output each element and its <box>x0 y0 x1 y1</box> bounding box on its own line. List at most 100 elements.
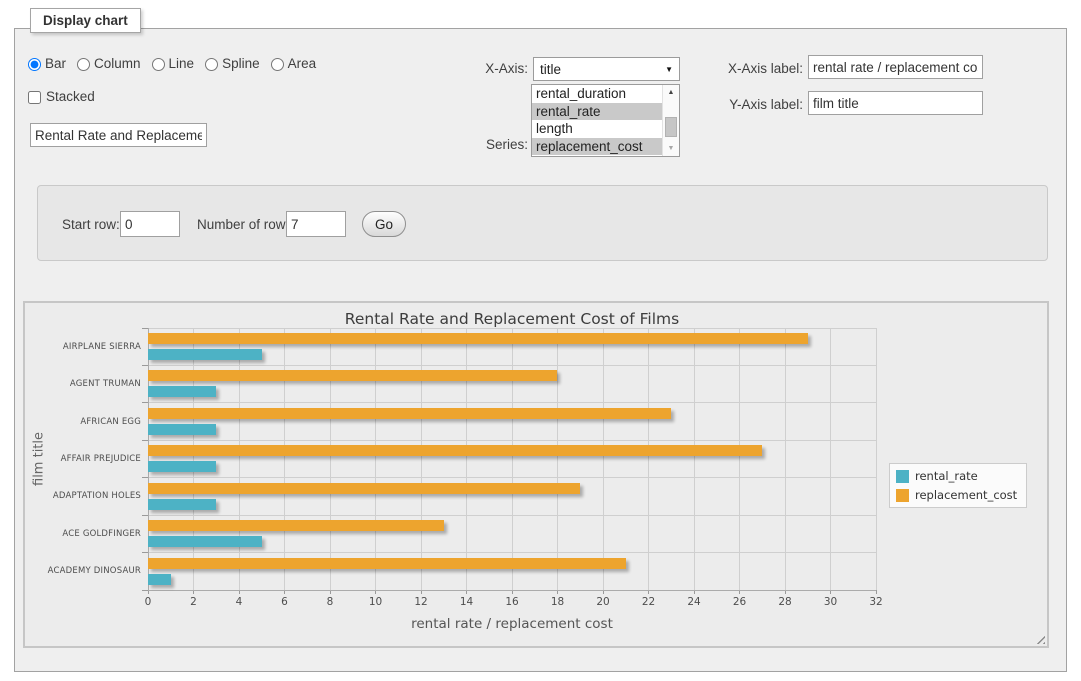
x-tick-mark <box>557 590 558 594</box>
x-tick-label: 0 <box>131 596 165 608</box>
grid-line <box>330 328 331 590</box>
bar-rental_rate <box>148 349 262 360</box>
series-option-rental_duration[interactable]: rental_duration <box>532 85 662 103</box>
x-axis-label-input[interactable] <box>808 55 983 79</box>
grid-line <box>785 328 786 590</box>
x-axis-selected-value: title <box>540 62 661 77</box>
x-axis-label-field-label: X-Axis label: <box>705 60 803 78</box>
series-option-rental_rate[interactable]: rental_rate <box>532 103 662 121</box>
x-axis-select[interactable]: title ▼ <box>533 57 680 81</box>
chart-x-axis-title: rental rate / replacement cost <box>148 616 876 632</box>
grid-line <box>421 328 422 590</box>
grid-line <box>148 590 876 591</box>
chart-title-input[interactable] <box>30 123 207 147</box>
chart-type-label: Bar <box>45 55 66 73</box>
bar-replacement_cost <box>148 445 762 456</box>
bar-rental_rate <box>148 536 262 547</box>
x-tick-mark <box>603 590 604 594</box>
scrollbar-thumb[interactable] <box>665 117 677 137</box>
grid-line <box>557 328 558 590</box>
x-tick-mark <box>830 590 831 594</box>
scroll-down-icon[interactable]: ▼ <box>663 141 679 156</box>
bar-rental_rate <box>148 499 216 510</box>
grid-line <box>284 328 285 590</box>
x-tick-label: 20 <box>586 596 620 608</box>
resize-handle-icon[interactable] <box>1033 632 1045 644</box>
x-tick-label: 6 <box>268 596 302 608</box>
plot-area <box>148 328 876 590</box>
chart-type-option-spline: Spline <box>205 55 260 73</box>
bar-replacement_cost <box>148 520 444 531</box>
grid-line <box>466 328 467 590</box>
grid-line <box>193 328 194 590</box>
x-tick-label: 28 <box>768 596 802 608</box>
chart-type-radio-spline[interactable] <box>205 58 218 71</box>
bar-replacement_cost <box>148 333 808 344</box>
category-label: AGENT TRUMAN <box>25 365 141 402</box>
series-multiselect[interactable]: rental_durationrental_ratelengthreplacem… <box>531 84 680 157</box>
category-label: ADAPTATION HOLES <box>25 478 141 515</box>
legend-label: rental_rate <box>915 469 978 483</box>
scroll-up-icon[interactable]: ▲ <box>663 85 679 100</box>
bar-rental_rate <box>148 461 216 472</box>
grid-line <box>148 365 876 366</box>
chart-type-radio-area[interactable] <box>271 58 284 71</box>
legend-label: replacement_cost <box>915 488 1017 502</box>
chart-type-option-area: Area <box>271 55 317 73</box>
series-scrollbar[interactable]: ▲ ▼ <box>662 85 679 156</box>
x-tick-label: 22 <box>632 596 666 608</box>
stacked-checkbox[interactable] <box>28 91 41 104</box>
grid-line <box>739 328 740 590</box>
go-button[interactable]: Go <box>362 211 406 237</box>
x-tick-mark <box>694 590 695 594</box>
x-tick-label: 26 <box>723 596 757 608</box>
x-tick-mark <box>239 590 240 594</box>
x-tick-label: 14 <box>450 596 484 608</box>
x-tick-mark <box>876 590 877 594</box>
x-tick-mark <box>648 590 649 594</box>
series-option-replacement_cost[interactable]: replacement_cost <box>532 138 662 156</box>
x-tick-mark <box>739 590 740 594</box>
chart-type-label: Column <box>94 55 141 73</box>
x-tick-label: 2 <box>177 596 211 608</box>
category-label: AFRICAN EGG <box>25 403 141 440</box>
chart-type-radio-line[interactable] <box>152 58 165 71</box>
y-axis-label-field-label: Y-Axis label: <box>705 96 803 114</box>
y-axis-line <box>148 328 149 590</box>
x-tick-label: 24 <box>677 596 711 608</box>
grid-line <box>148 402 876 403</box>
stacked-option: Stacked <box>28 88 95 106</box>
x-tick-label: 16 <box>495 596 529 608</box>
bar-replacement_cost <box>148 370 557 381</box>
series-option-list: rental_durationrental_ratelengthreplacem… <box>532 85 662 156</box>
row-range-panel <box>37 185 1048 261</box>
x-tick-label: 10 <box>359 596 393 608</box>
grid-line <box>148 328 876 329</box>
grid-line <box>876 328 877 590</box>
page: Display chart BarColumnLineSplineArea St… <box>0 0 1081 681</box>
y-axis-label-input[interactable] <box>808 91 983 115</box>
x-tick-label: 32 <box>859 596 893 608</box>
x-tick-mark <box>375 590 376 594</box>
chart-type-label: Spline <box>222 55 260 73</box>
x-tick-label: 18 <box>541 596 575 608</box>
category-label: AIRPLANE SIERRA <box>25 328 141 365</box>
chevron-down-icon: ▼ <box>665 65 673 74</box>
x-tick-mark <box>512 590 513 594</box>
start-row-label: Start row: <box>62 216 120 234</box>
grid-line <box>830 328 831 590</box>
series-option-length[interactable]: length <box>532 120 662 138</box>
x-tick-label: 8 <box>313 596 347 608</box>
start-row-input[interactable] <box>120 211 180 237</box>
number-of-rows-input[interactable] <box>286 211 346 237</box>
bar-rental_rate <box>148 424 216 435</box>
chart-type-radio-bar[interactable] <box>28 58 41 71</box>
x-tick-label: 12 <box>404 596 438 608</box>
fieldset-legend: Display chart <box>30 8 141 33</box>
x-tick-mark <box>284 590 285 594</box>
grid-line <box>148 477 876 478</box>
chart-type-radio-column[interactable] <box>77 58 90 71</box>
x-tick-mark <box>785 590 786 594</box>
x-tick-label: 4 <box>222 596 256 608</box>
stacked-label: Stacked <box>46 88 95 106</box>
